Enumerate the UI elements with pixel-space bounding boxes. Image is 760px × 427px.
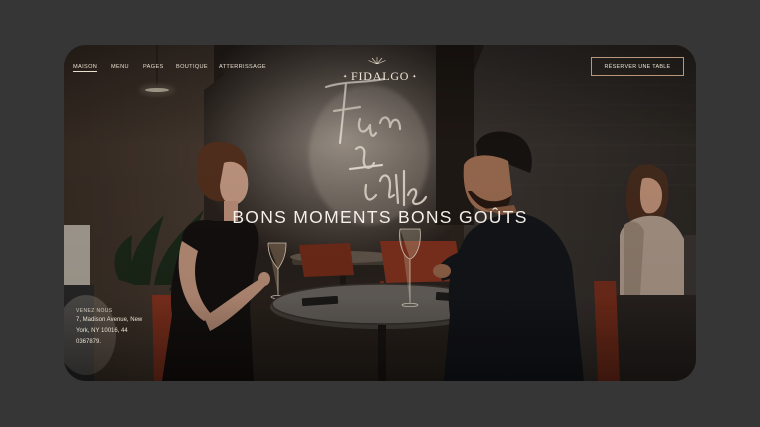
visit-label: VENEZ NOUS: [76, 308, 113, 314]
sun-icon: [368, 57, 386, 64]
brand-name: FIDALGO: [351, 69, 410, 83]
visit-info: VENEZ NOUS 7, Madison Avenue, New York, …: [76, 308, 156, 348]
nav-item-atterrissage[interactable]: ATTERRISSAGE: [219, 64, 266, 70]
address-line: 7, Madison Avenue, New: [76, 317, 143, 323]
visit-address: 7, Madison Avenue, New York, NY 10016, 4…: [76, 315, 156, 348]
nav-item-boutique[interactable]: BOUTIQUE: [176, 64, 208, 70]
brand-logo[interactable]: ✦ FIDALGO ✦: [340, 57, 418, 84]
ornament-left-icon: ✦: [343, 75, 348, 81]
address-line: York, NY 10016, 44: [76, 328, 128, 334]
address-line: 0367879.: [76, 339, 102, 345]
nav-item-menu[interactable]: MENU: [111, 64, 129, 70]
reserve-table-button[interactable]: RÉSERVER UNE TABLE: [591, 57, 684, 76]
ornament-right-icon: ✦: [412, 75, 418, 81]
nav-item-pages[interactable]: PAGES: [143, 64, 164, 70]
hero-section: MAISON MENU PAGES BOUTIQUE ATTERRISSAGE …: [64, 45, 696, 381]
hero-headline: BONS MOMENTS BONS GOÛTS: [232, 207, 528, 227]
nav-item-maison[interactable]: MAISON: [73, 64, 98, 72]
